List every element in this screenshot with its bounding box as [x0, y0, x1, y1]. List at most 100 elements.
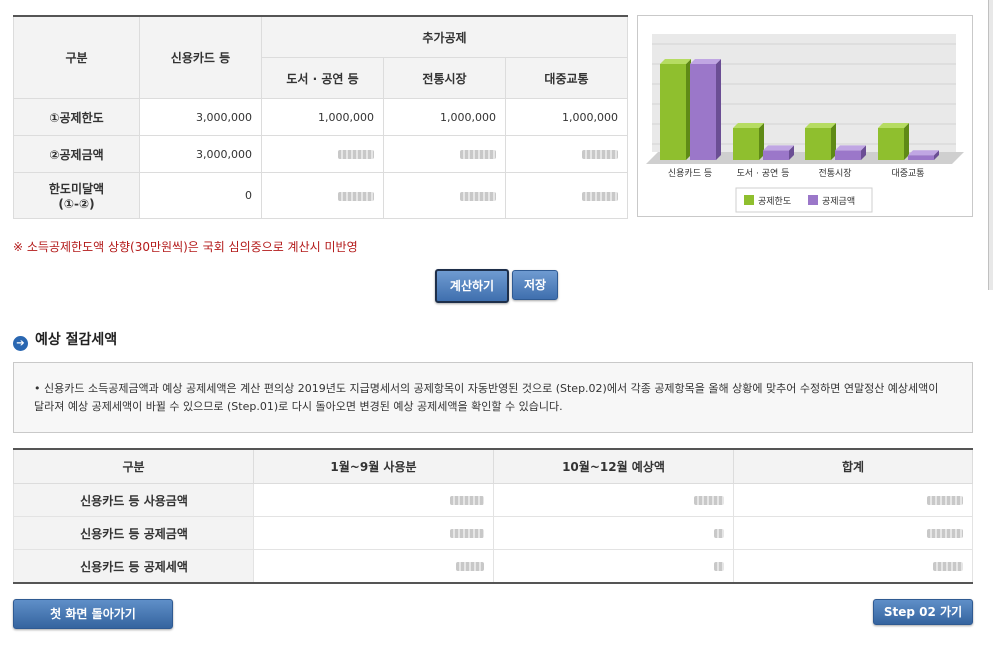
cell-value	[493, 483, 734, 517]
bar-top	[908, 150, 939, 156]
redacted-value	[460, 150, 496, 159]
redacted-value	[338, 191, 374, 201]
row-amount: ②공제금액 3,000,000	[13, 135, 629, 173]
redacted-value	[714, 529, 724, 538]
cell-transit	[504, 172, 629, 219]
bar-limit	[878, 128, 904, 160]
row-label: ②공제금액	[13, 135, 140, 173]
category-label: 신용카드 등	[668, 168, 712, 179]
redacted-value	[933, 562, 963, 571]
redacted-value	[714, 562, 724, 571]
cell-value	[733, 483, 973, 517]
cell-transit: 1,000,000	[504, 98, 629, 136]
bar-top	[805, 123, 836, 128]
bar-top	[690, 59, 721, 64]
bar-side	[716, 59, 721, 160]
legend-swatch-amount	[808, 195, 818, 205]
header-oct-dec: 10월~12월 예상액	[493, 448, 734, 484]
header-jan-sep: 1월~9월 사용분	[253, 448, 494, 484]
row-label: ①공제한도	[13, 98, 140, 136]
deduction-table: 구분 신용카드 등 추가공제 도서 · 공연 등 전통시장 대중교통 ①공제한도…	[13, 15, 629, 219]
header-market: 전통시장	[383, 57, 506, 99]
cell-card: 3,000,000	[139, 135, 262, 173]
cell-value	[733, 549, 973, 584]
redacted-value	[927, 529, 963, 538]
cell-value	[493, 549, 734, 584]
cell-books	[261, 135, 384, 173]
category-label: 대중교통	[891, 168, 924, 179]
cell-value	[253, 483, 494, 517]
row-label: 한도미달액 (①-②)	[13, 172, 140, 219]
header-transit: 대중교통	[504, 57, 629, 99]
bar-top	[763, 145, 794, 151]
section-heading: ➔ 예상 절감세액	[13, 329, 117, 351]
redacted-value	[582, 150, 619, 159]
redacted-value	[694, 496, 724, 505]
header-card: 신용카드 등	[139, 15, 262, 99]
save-button[interactable]: 저장	[512, 270, 558, 300]
bar-side	[904, 123, 909, 160]
cell-market: 1,000,000	[383, 98, 506, 136]
arrow-circle-icon: ➔	[13, 336, 28, 351]
bar-top	[878, 123, 909, 128]
cell-value	[493, 516, 734, 550]
bar-amount	[690, 64, 716, 160]
redacted-value	[582, 191, 619, 201]
step2-button[interactable]: Step 02 가기	[873, 599, 973, 625]
redacted-value	[927, 496, 963, 505]
header-category: 구분	[13, 448, 254, 484]
chart-svg: 신용카드 등 도서 · 공연 등 전통시장 대중교통공제한도 공제금액	[646, 34, 964, 213]
bar-amount	[835, 150, 861, 160]
row-label: 신용카드 등 공제금액	[13, 516, 254, 550]
cell-value	[253, 549, 494, 584]
redacted-value	[338, 150, 374, 159]
redacted-value	[456, 562, 484, 571]
bar-limit	[660, 64, 686, 160]
section-title: 예상 절감세액	[35, 332, 118, 348]
table-row: 신용카드 등 사용금액	[13, 483, 973, 517]
scrollbar[interactable]	[988, 0, 993, 290]
cell-card: 3,000,000	[139, 98, 262, 136]
legend-label: 공제한도	[758, 196, 791, 207]
category-label: 전통시장	[818, 168, 851, 179]
header-total: 합계	[733, 448, 973, 484]
calculate-button[interactable]: 계산하기	[435, 269, 509, 303]
cell-books	[261, 172, 384, 219]
redacted-value	[450, 496, 484, 505]
info-text: • 신용카드 소득공제금액과 예상 공제세액은 계산 편의상 2019년도 지급…	[34, 382, 939, 413]
cell-value	[733, 516, 973, 550]
table-row: 신용카드 등 공제금액	[13, 516, 973, 550]
cell-books: 1,000,000	[261, 98, 384, 136]
table-row: 신용카드 등 공제세액	[13, 549, 973, 584]
info-box: • 신용카드 소득공제금액과 예상 공제세액은 계산 편의상 2019년도 지급…	[13, 362, 973, 433]
back-to-home-button[interactable]: 첫 화면 돌아가기	[13, 599, 173, 629]
bar-amount	[763, 150, 789, 160]
cell-market	[383, 135, 506, 173]
bar-top	[733, 123, 764, 128]
legend-label: 공제금액	[822, 195, 855, 207]
savings-table: 구분 1월~9월 사용분 10월~12월 예상액 합계 신용카드 등 사용금액 …	[13, 448, 973, 584]
header-category: 구분	[13, 15, 140, 99]
row-limit: ①공제한도 3,000,000 1,000,000 1,000,000 1,00…	[13, 98, 629, 136]
row-label: 신용카드 등 공제세액	[13, 549, 254, 584]
bar-limit	[805, 128, 831, 160]
cell-card: 0	[139, 172, 262, 219]
cell-transit	[504, 135, 629, 173]
category-label: 도서 · 공연 등	[737, 168, 790, 179]
row-label-line2: (①-②)	[58, 197, 95, 211]
redacted-value	[460, 191, 496, 201]
cell-market	[383, 172, 506, 219]
bar-limit	[733, 128, 759, 160]
bar-amount	[908, 155, 934, 160]
notice-text: ※ 소득공제한도액 상향(30만원씩)은 국회 심의중으로 계산시 미반영	[13, 240, 358, 254]
row-label: 신용카드 등 사용금액	[13, 483, 254, 517]
legend-swatch-limit	[744, 195, 754, 205]
header-books: 도서 · 공연 등	[261, 57, 384, 99]
cell-value	[253, 516, 494, 550]
bar-top	[660, 59, 691, 64]
bar-top	[835, 145, 866, 151]
deduction-chart: 신용카드 등 도서 · 공연 등 전통시장 대중교통공제한도 공제금액	[637, 15, 973, 217]
redacted-value	[450, 529, 484, 538]
header-extra: 추가공제	[260, 15, 629, 58]
row-shortfall: 한도미달액 (①-②) 0	[13, 172, 629, 219]
